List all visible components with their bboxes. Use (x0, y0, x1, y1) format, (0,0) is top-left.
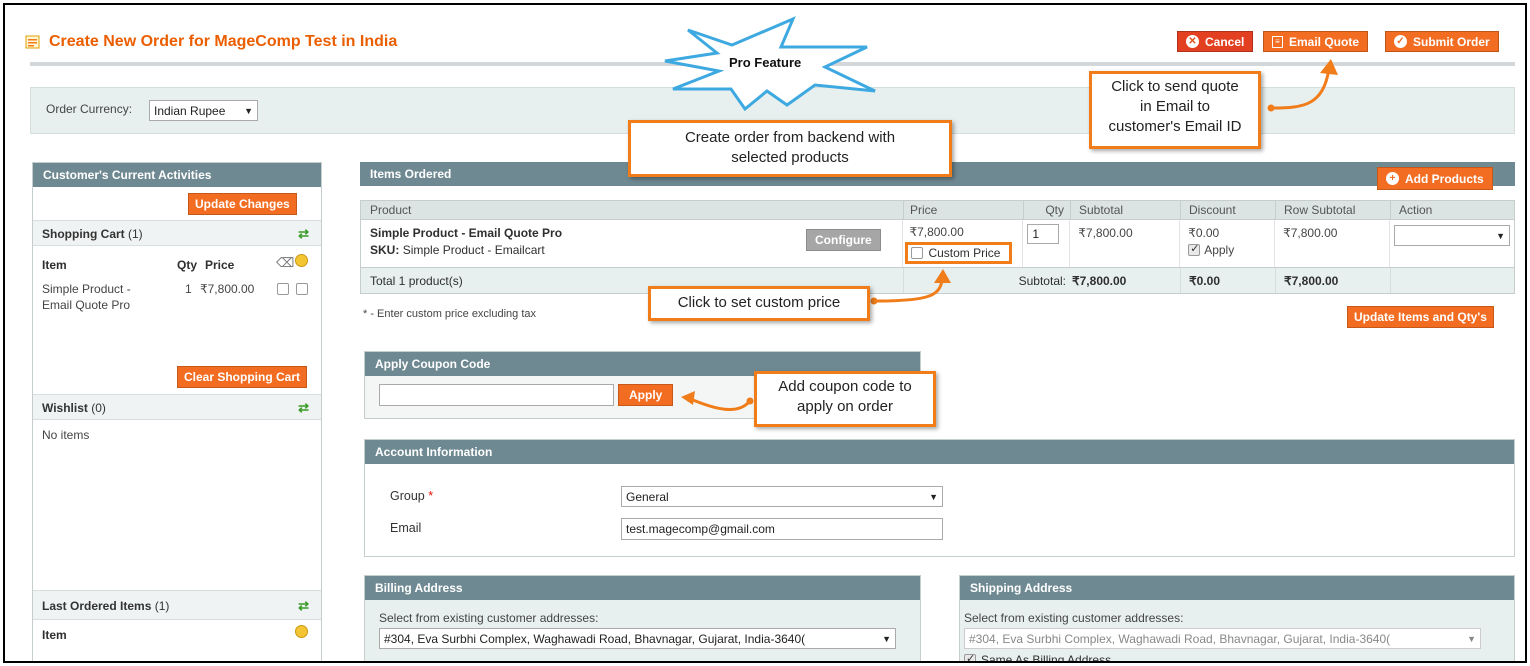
annotation-arrows (664, 16, 1338, 411)
email-quote-arrowhead (1320, 59, 1338, 75)
screenshot-frame: Create New Order for MageComp Test in In… (3, 3, 1527, 663)
coupon-annotation: Add coupon code to apply on order (754, 371, 936, 427)
email-quote-arrow-dot (1267, 104, 1275, 112)
coupon-arrowhead (681, 391, 695, 405)
custom-price-arrow-dot (870, 297, 878, 305)
custom-price-arrow (874, 279, 944, 303)
coupon-annotation-line2: apply on order (797, 398, 893, 415)
coupon-arrow-dot (746, 397, 754, 405)
email-quote-annotation: Click to send quote in Email to customer… (1089, 71, 1261, 149)
create-order-annotation: Create order from backend with selected … (628, 120, 952, 177)
pro-feature-label: Pro Feature (729, 55, 802, 70)
email-quote-arrow (1271, 68, 1331, 110)
email-quote-annotation-line2: in Email to (1139, 98, 1211, 115)
coupon-annotation-line1: Add coupon code to (778, 378, 912, 395)
custom-price-annotation: Click to set custom price (648, 286, 870, 321)
create-order-annotation-line1: Create order from backend with (684, 129, 896, 146)
coupon-arrow (692, 398, 751, 411)
email-quote-annotation-line3: customer's Email ID (1108, 118, 1242, 135)
email-quote-annotation-line1: Click to send quote (1111, 78, 1239, 95)
custom-price-arrowhead (934, 269, 951, 283)
create-order-annotation-line2: selected products (731, 149, 849, 166)
